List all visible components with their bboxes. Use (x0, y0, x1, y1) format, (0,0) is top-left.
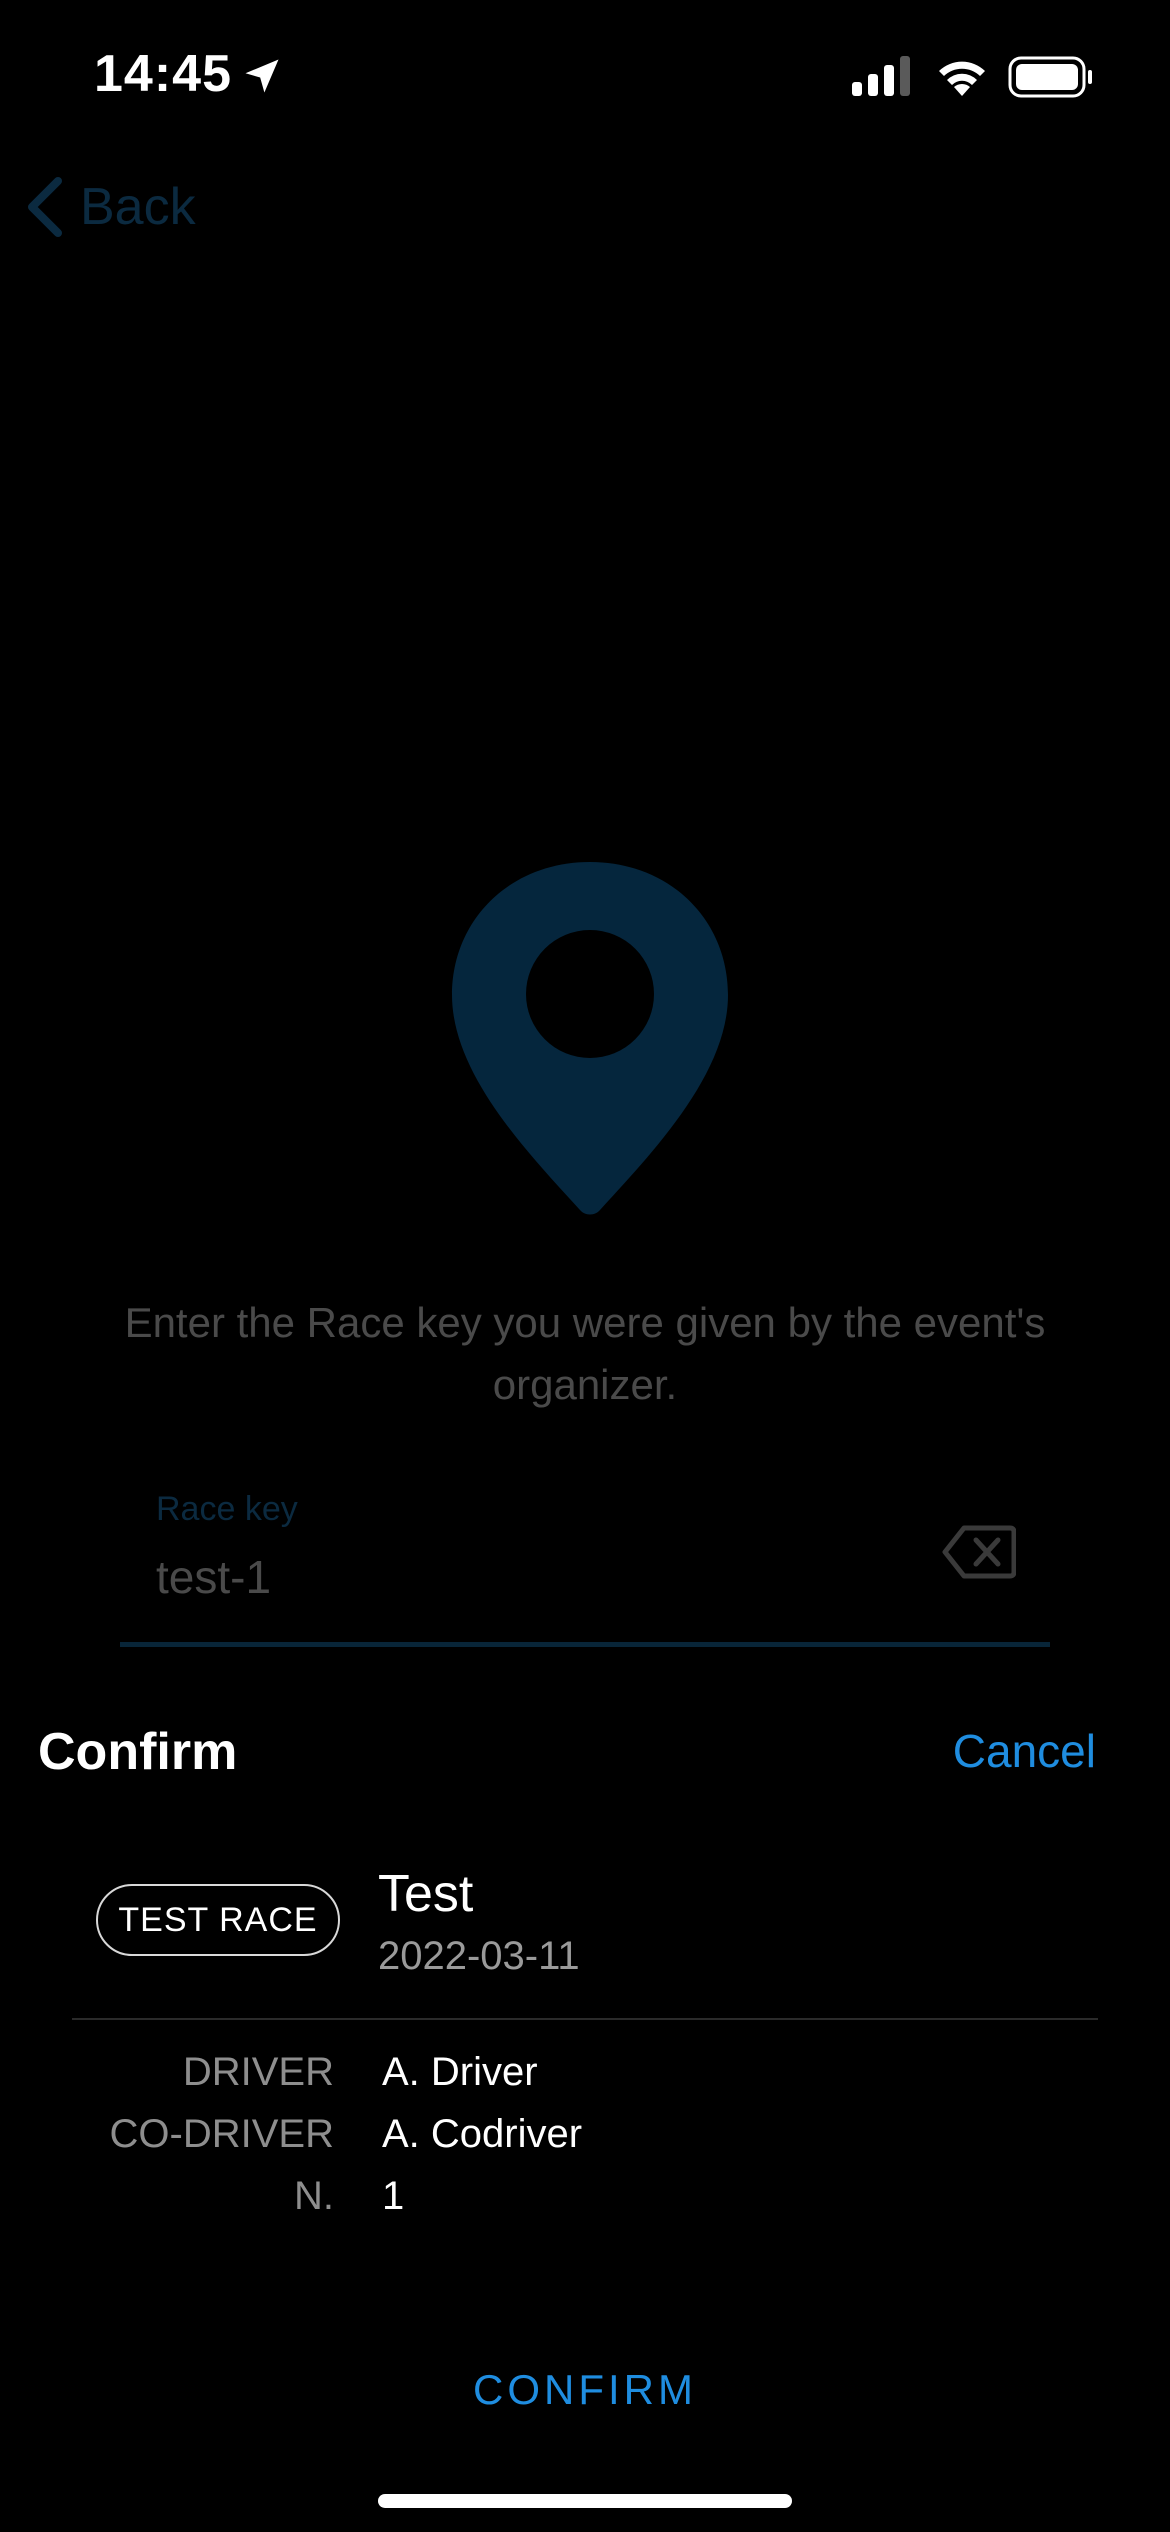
wifi-icon (939, 61, 985, 96)
battery-icon (1008, 56, 1092, 98)
status-time: 14:45 (94, 45, 232, 103)
location-pin-icon (452, 862, 728, 1215)
screen: 14:45 Back Enter the Race key you were g… (0, 0, 1170, 2532)
status-bar: 14:45 (0, 0, 1170, 150)
back-button[interactable]: Back (22, 172, 196, 242)
driver-label: DRIVER (182, 2050, 334, 2094)
cancel-button[interactable]: Cancel (953, 1724, 1096, 1778)
location-arrow-icon (245, 59, 279, 93)
home-indicator[interactable] (378, 2494, 792, 2508)
race-date: 2022-03-11 (378, 1934, 580, 1978)
cellular-signal-icon (852, 56, 910, 96)
instructions-text: Enter the Race key you were given by the… (124, 1299, 1046, 1408)
number-value: 1 (382, 2174, 405, 2218)
sheet-title: Confirm (38, 1723, 238, 1781)
codriver-label: CO-DRIVER (109, 2112, 334, 2156)
input-underline (120, 1642, 1050, 1647)
chevron-left-icon (28, 177, 62, 237)
race-name: Test (378, 1865, 474, 1923)
race-type-badge: TEST RACE (96, 1884, 340, 1956)
confirm-button[interactable]: CONFIRM (0, 2366, 1170, 2414)
number-label: N. (294, 2174, 334, 2218)
clear-input-icon[interactable] (942, 1524, 1016, 1580)
divider (72, 2018, 1098, 2020)
driver-value: A. Driver (382, 2050, 538, 2094)
codriver-value: A. Codriver (382, 2112, 583, 2156)
race-key-input[interactable] (156, 1550, 916, 1604)
back-label: Back (80, 178, 196, 236)
race-key-label: Race key (156, 1490, 298, 1528)
